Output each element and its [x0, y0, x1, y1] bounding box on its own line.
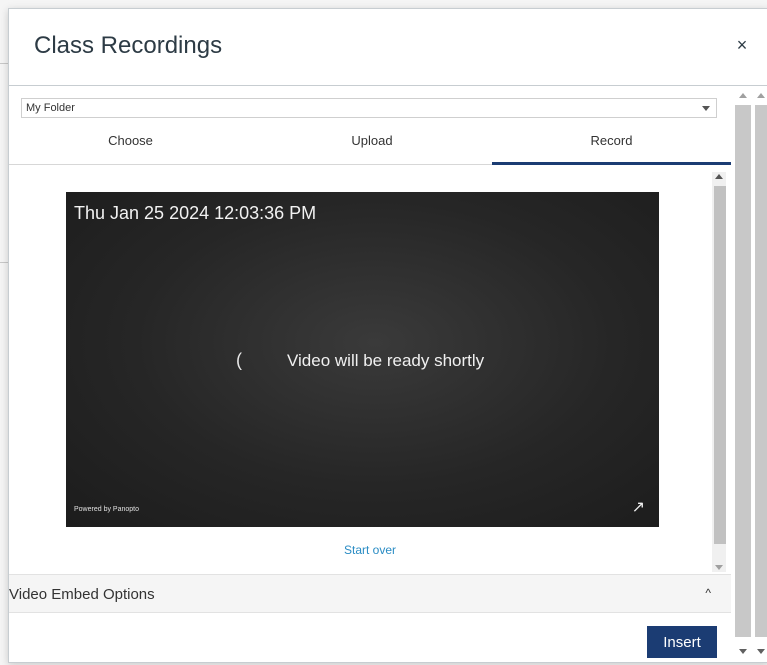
record-content: Thu Jan 25 2024 12:03:36 PM ( Video will…: [9, 164, 731, 574]
start-over-link[interactable]: Start over: [9, 543, 731, 557]
folder-select-value: My Folder: [26, 102, 75, 114]
tab-upload[interactable]: Upload: [252, 126, 492, 162]
video-embed-options-label: Video Embed Options: [9, 586, 155, 603]
recording-timestamp: Thu Jan 25 2024 12:03:36 PM: [74, 203, 317, 223]
scroll-up-arrow-icon[interactable]: [757, 93, 765, 98]
dialog-title: Class Recordings: [34, 32, 223, 59]
dialog-scrollbar-track[interactable]: [735, 105, 751, 637]
powered-by-label: Powered by Panopto: [74, 506, 139, 513]
close-icon[interactable]: ×: [732, 35, 752, 55]
insert-button[interactable]: Insert: [647, 626, 717, 658]
scroll-down-arrow-icon[interactable]: [757, 649, 765, 654]
spinner-icon: (: [236, 350, 242, 370]
dialog-header: Class Recordings ×: [9, 9, 767, 86]
content-scrollbar[interactable]: [712, 172, 726, 572]
scrollbar-thumb[interactable]: [714, 186, 726, 544]
scroll-up-arrow-icon[interactable]: [739, 93, 747, 98]
video-embed-options-bar[interactable]: Video Embed Options ^: [9, 574, 731, 613]
video-status-message: Video will be ready shortly: [287, 351, 485, 370]
tab-choose[interactable]: Choose: [9, 126, 252, 162]
tab-bar: Choose Upload Record: [9, 126, 731, 165]
tab-record[interactable]: Record: [492, 126, 731, 165]
class-recordings-dialog: Class Recordings × My Folder Choose Uplo…: [8, 8, 767, 663]
scroll-down-arrow-icon[interactable]: [715, 565, 723, 570]
recordings-panel: My Folder Choose Upload Record Thu Jan 2…: [9, 86, 731, 662]
dropdown-arrow-icon: [702, 106, 710, 111]
folder-select[interactable]: My Folder: [21, 98, 717, 118]
dialog-scrollbars[interactable]: [735, 87, 767, 661]
scroll-up-arrow-icon[interactable]: [715, 174, 723, 179]
expand-icon[interactable]: ↗: [632, 497, 645, 517]
video-preview[interactable]: Thu Jan 25 2024 12:03:36 PM ( Video will…: [66, 192, 659, 527]
caret-up-icon[interactable]: ^: [705, 586, 711, 600]
page-scrollbar-track[interactable]: [755, 105, 767, 637]
scroll-down-arrow-icon[interactable]: [739, 649, 747, 654]
